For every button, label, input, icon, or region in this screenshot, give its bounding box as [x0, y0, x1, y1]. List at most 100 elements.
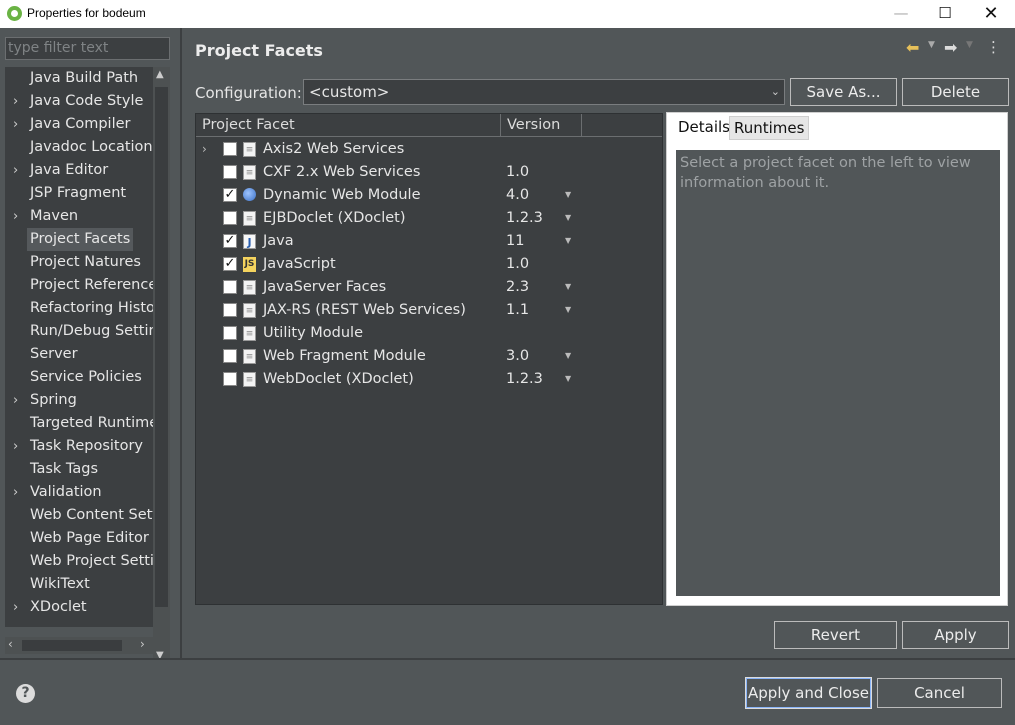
facet-row[interactable]: › ≡ Axis2 Web Services — [196, 138, 662, 161]
version-dropdown-icon[interactable]: ▼ — [565, 206, 571, 229]
view-menu-icon[interactable]: ⋮ — [986, 38, 1001, 56]
forward-arrow-icon[interactable]: ➡ — [944, 38, 957, 57]
tree-item[interactable]: JSP Fragment — [5, 182, 153, 205]
tree-item[interactable]: Server — [5, 343, 153, 366]
tree-vertical-scrollbar[interactable]: ▲ ▼ — [153, 67, 170, 667]
facet-version[interactable]: 1.0 — [506, 161, 529, 184]
facet-version[interactable]: 11 — [506, 230, 524, 253]
facet-row[interactable]: ✓ JS JavaScript 1.0 — [196, 253, 662, 276]
tree-item[interactable]: Java Build Path — [5, 67, 153, 90]
facet-checkbox[interactable] — [223, 349, 237, 363]
scroll-thumb[interactable] — [22, 640, 122, 651]
back-dropdown-icon[interactable]: ▼ — [928, 40, 935, 50]
tree-item[interactable]: Run/Debug Settin — [5, 320, 153, 343]
tree-item[interactable]: Refactoring Histor — [5, 297, 153, 320]
facet-checkbox[interactable] — [223, 372, 237, 386]
facet-checkbox[interactable] — [223, 326, 237, 340]
chevron-right-icon[interactable]: › — [13, 90, 18, 113]
facet-version[interactable]: 1.1 — [506, 299, 529, 322]
maximize-button[interactable]: ☐ — [922, 0, 968, 28]
tree-item[interactable]: › Java Code Style — [5, 90, 153, 113]
tree-item[interactable]: Web Project Settir — [5, 550, 153, 573]
tab-details[interactable]: Details — [674, 114, 735, 140]
version-dropdown-icon[interactable]: ▼ — [565, 229, 571, 252]
facet-checkbox[interactable] — [223, 280, 237, 294]
tree-item[interactable]: › Java Editor — [5, 159, 153, 182]
tree-item[interactable]: Project References — [5, 274, 153, 297]
tree-item[interactable]: › XDoclet — [5, 596, 153, 619]
tree-item[interactable]: Targeted Runtime: — [5, 412, 153, 435]
facet-version[interactable]: 2.3 — [506, 276, 529, 299]
chevron-down-icon[interactable]: ⌄ — [771, 80, 780, 104]
scroll-left-icon[interactable]: ‹ — [8, 637, 13, 651]
facet-checkbox[interactable] — [223, 211, 237, 225]
chevron-right-icon[interactable]: › — [13, 389, 18, 412]
column-header-version[interactable]: Version — [501, 114, 582, 137]
version-dropdown-icon[interactable]: ▼ — [565, 367, 571, 390]
tree-item[interactable]: Web Page Editor — [5, 527, 153, 550]
tree-item[interactable]: Task Tags — [5, 458, 153, 481]
version-dropdown-icon[interactable]: ▼ — [565, 298, 571, 321]
tree-item[interactable]: Service Policies — [5, 366, 153, 389]
facet-version[interactable]: 1.2.3 — [506, 207, 543, 230]
facet-checkbox[interactable] — [223, 165, 237, 179]
tree-item[interactable]: Project Facets — [5, 228, 153, 251]
apply-button[interactable]: Apply — [902, 621, 1009, 649]
facet-version[interactable]: 3.0 — [506, 345, 529, 368]
configuration-select[interactable]: <custom> ⌄ — [303, 79, 785, 105]
cancel-button[interactable]: Cancel — [877, 678, 1002, 708]
scroll-thumb[interactable] — [155, 87, 168, 607]
scroll-right-icon[interactable]: › — [140, 637, 145, 651]
version-dropdown-icon[interactable]: ▼ — [565, 344, 571, 367]
tree-item[interactable]: Javadoc Location — [5, 136, 153, 159]
apply-and-close-button[interactable]: Apply and Close — [745, 677, 872, 709]
tree-item[interactable]: › Task Repository — [5, 435, 153, 458]
column-header-facet[interactable]: Project Facet — [196, 114, 501, 137]
tree-item[interactable]: Project Natures — [5, 251, 153, 274]
facet-row[interactable]: ✓ Dynamic Web Module 4.0 ▼ — [196, 184, 662, 207]
tab-runtimes[interactable]: Runtimes — [729, 116, 810, 140]
save-as-button[interactable]: Save As... — [790, 78, 897, 106]
facet-checkbox[interactable]: ✓ — [223, 234, 237, 248]
facet-row[interactable]: ≡ WebDoclet (XDoclet) 1.2.3 ▼ — [196, 368, 662, 391]
facet-row[interactable]: ✓ J Java 11 ▼ — [196, 230, 662, 253]
facet-row[interactable]: ≡ Utility Module — [196, 322, 662, 345]
facet-row[interactable]: ≡ EJBDoclet (XDoclet) 1.2.3 ▼ — [196, 207, 662, 230]
facet-version[interactable]: 1.0 — [506, 253, 529, 276]
forward-dropdown-icon[interactable]: ▼ — [966, 40, 973, 50]
scroll-up-icon[interactable]: ▲ — [156, 69, 164, 80]
facet-row[interactable]: ≡ JavaServer Faces 2.3 ▼ — [196, 276, 662, 299]
facet-row[interactable]: ≡ JAX-RS (REST Web Services) 1.1 ▼ — [196, 299, 662, 322]
minimize-button[interactable]: — — [878, 0, 924, 28]
back-arrow-icon[interactable]: ⬅ — [906, 38, 919, 57]
chevron-right-icon[interactable]: › — [13, 596, 18, 619]
facet-row[interactable]: ≡ CXF 2.x Web Services 1.0 — [196, 161, 662, 184]
chevron-right-icon[interactable]: › — [13, 159, 18, 182]
help-icon[interactable]: ? — [16, 684, 35, 703]
close-button[interactable]: ✕ — [968, 0, 1014, 28]
facet-checkbox[interactable]: ✓ — [223, 188, 237, 202]
tree-item[interactable]: › Validation — [5, 481, 153, 504]
chevron-right-icon[interactable]: › — [13, 113, 18, 136]
chevron-right-icon[interactable]: › — [13, 481, 18, 504]
chevron-right-icon[interactable]: › — [13, 435, 18, 458]
version-dropdown-icon[interactable]: ▼ — [565, 183, 571, 206]
tree-item[interactable]: › Spring — [5, 389, 153, 412]
chevron-right-icon[interactable]: › — [202, 138, 207, 161]
chevron-right-icon[interactable]: › — [13, 205, 18, 228]
facet-row[interactable]: ≡ Web Fragment Module 3.0 ▼ — [196, 345, 662, 368]
facet-checkbox[interactable] — [223, 303, 237, 317]
facet-version[interactable]: 1.2.3 — [506, 368, 543, 391]
facet-checkbox[interactable]: ✓ — [223, 257, 237, 271]
tree-item[interactable]: WikiText — [5, 573, 153, 596]
tree-horizontal-scrollbar[interactable]: ‹ › — [5, 637, 153, 654]
tree-item[interactable]: › Java Compiler — [5, 113, 153, 136]
version-dropdown-icon[interactable]: ▼ — [565, 275, 571, 298]
tree-item[interactable]: › Maven — [5, 205, 153, 228]
delete-button[interactable]: Delete — [902, 78, 1009, 106]
revert-button[interactable]: Revert — [774, 621, 897, 649]
filter-input[interactable]: type filter text — [5, 37, 170, 60]
tree-item[interactable]: Web Content Setti — [5, 504, 153, 527]
facet-checkbox[interactable] — [223, 142, 237, 156]
facet-version[interactable]: 4.0 — [506, 184, 529, 207]
